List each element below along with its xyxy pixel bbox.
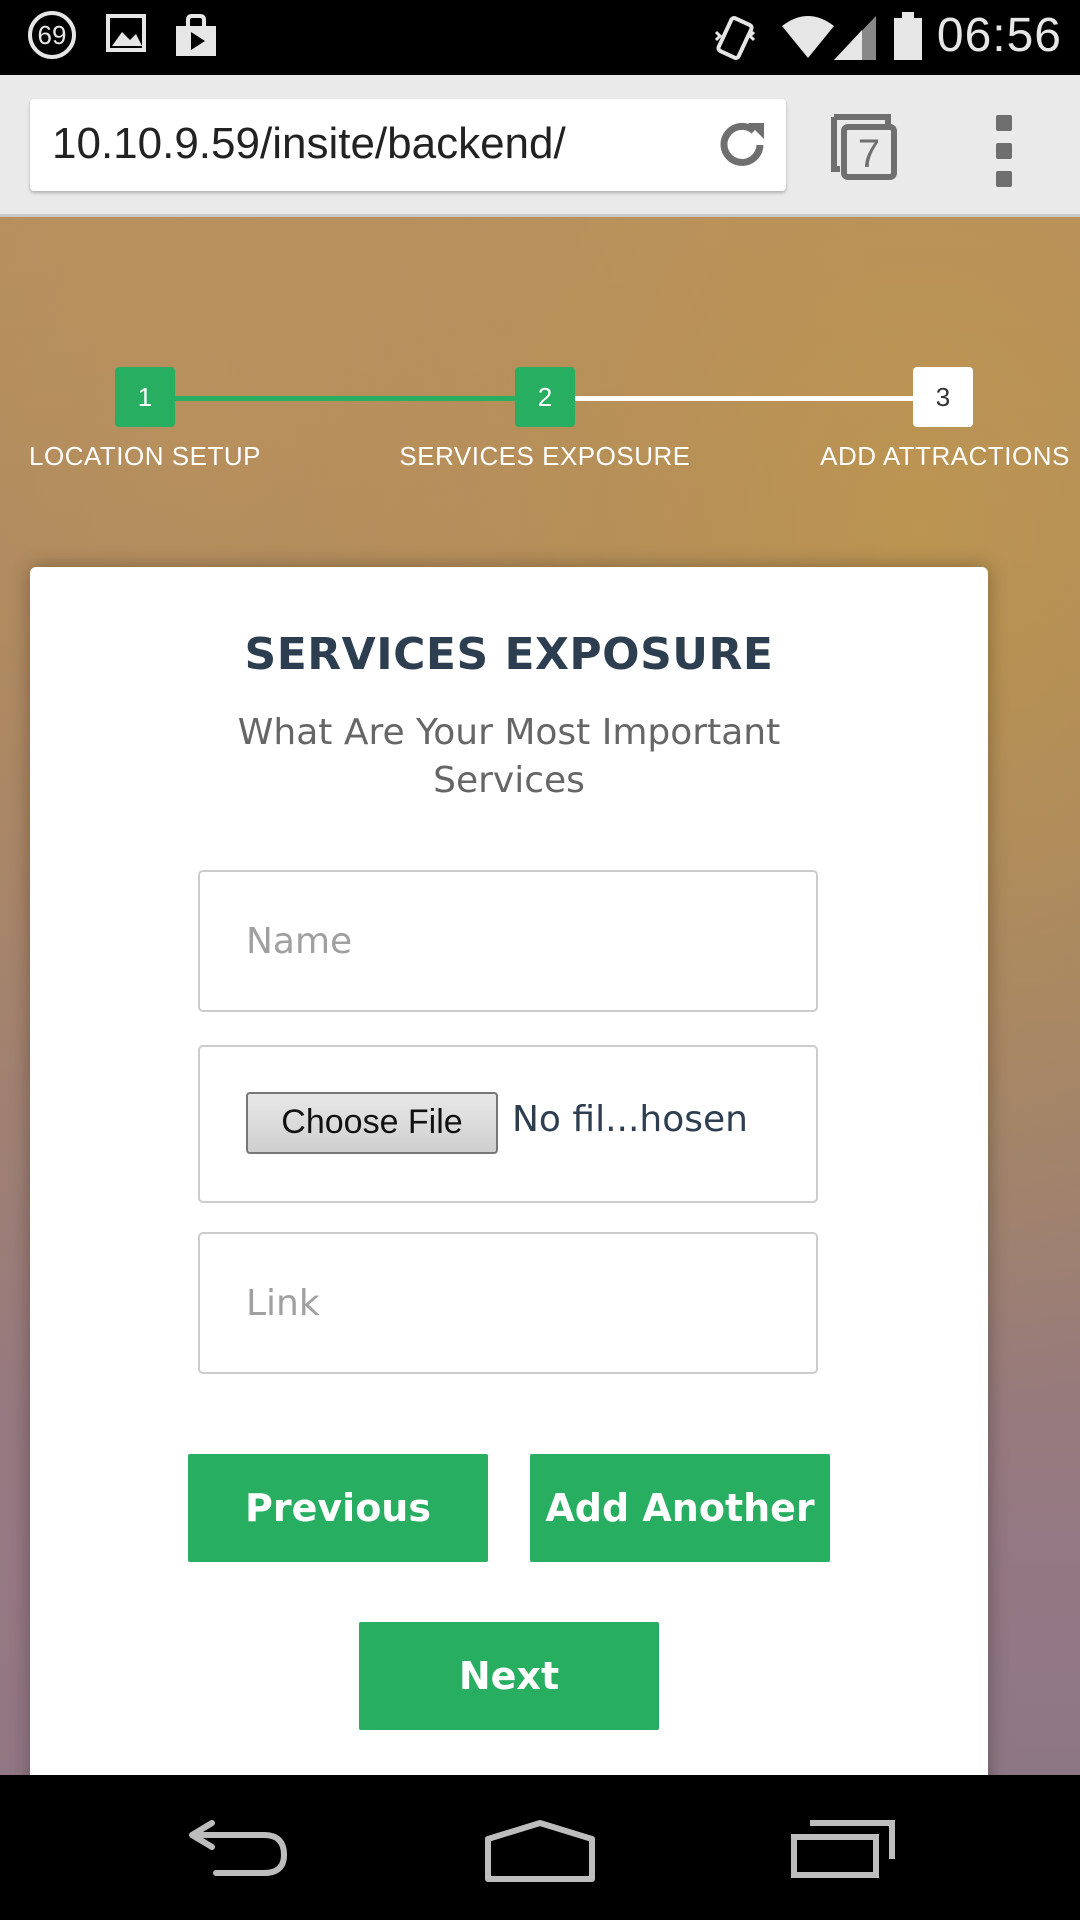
home-icon[interactable] (484, 1819, 596, 1883)
link-input[interactable] (200, 1234, 816, 1372)
file-status-text: No fil...hosen (512, 1099, 748, 1140)
progress-steps: 1 LOCATION SETUP 2 SERVICES EXPOSURE 3 A… (0, 367, 1080, 487)
page-background: 1 LOCATION SETUP 2 SERVICES EXPOSURE 3 A… (0, 217, 1080, 1775)
system-nav-bar (0, 1775, 1080, 1920)
previous-button[interactable]: Previous (188, 1454, 488, 1562)
vibrate-icon (714, 16, 756, 60)
image-icon (106, 14, 146, 52)
tabs-icon[interactable]: 7 (830, 113, 900, 181)
link-field[interactable] (198, 1232, 818, 1374)
reload-icon[interactable] (714, 117, 770, 173)
add-another-button[interactable]: Add Another (530, 1454, 830, 1562)
choose-file-button[interactable]: Choose File (246, 1092, 498, 1154)
clock: 06:56 (936, 9, 1062, 62)
play-store-icon (176, 14, 216, 56)
notification-badge-icon: 69 (28, 11, 76, 59)
tabs-button[interactable]: 7 (830, 113, 900, 185)
page-title: SERVICES EXPOSURE (244, 629, 774, 680)
page-subtitle: What Are Your Most Important Services (237, 712, 781, 801)
overflow-menu-icon[interactable] (996, 115, 1012, 199)
tab-count: 7 (858, 132, 880, 176)
step-1-label: LOCATION SETUP (29, 441, 261, 471)
step-3-label: ADD ATTRACTIONS (820, 441, 1070, 471)
name-input[interactable] (200, 872, 816, 1010)
name-field[interactable] (198, 870, 818, 1012)
step-2-label: SERVICES EXPOSURE (399, 441, 691, 471)
browser-toolbar: 10.10.9.59/insite/backend/ 7 (0, 75, 1080, 217)
url-text[interactable]: 10.10.9.59/insite/backend/ (52, 119, 566, 169)
next-button[interactable]: Next (359, 1622, 659, 1730)
wifi-icon (782, 16, 834, 58)
progress-line-pending (545, 396, 945, 401)
url-bar[interactable]: 10.10.9.59/insite/backend/ (30, 99, 786, 191)
recents-icon[interactable] (790, 1819, 896, 1879)
step-2-marker: 2 (515, 367, 575, 427)
status-bar: 69 06:56 (0, 0, 1080, 75)
progress-line-complete (145, 396, 545, 401)
file-field: Choose File No fil...hosen (198, 1045, 818, 1203)
signal-icon (834, 16, 876, 60)
step-1-marker: 1 (115, 367, 175, 427)
step-3-marker: 3 (913, 367, 973, 427)
battery-icon (894, 12, 922, 60)
back-icon[interactable] (186, 1819, 290, 1879)
form-card: SERVICES EXPOSURE What Are Your Most Imp… (30, 567, 988, 1775)
